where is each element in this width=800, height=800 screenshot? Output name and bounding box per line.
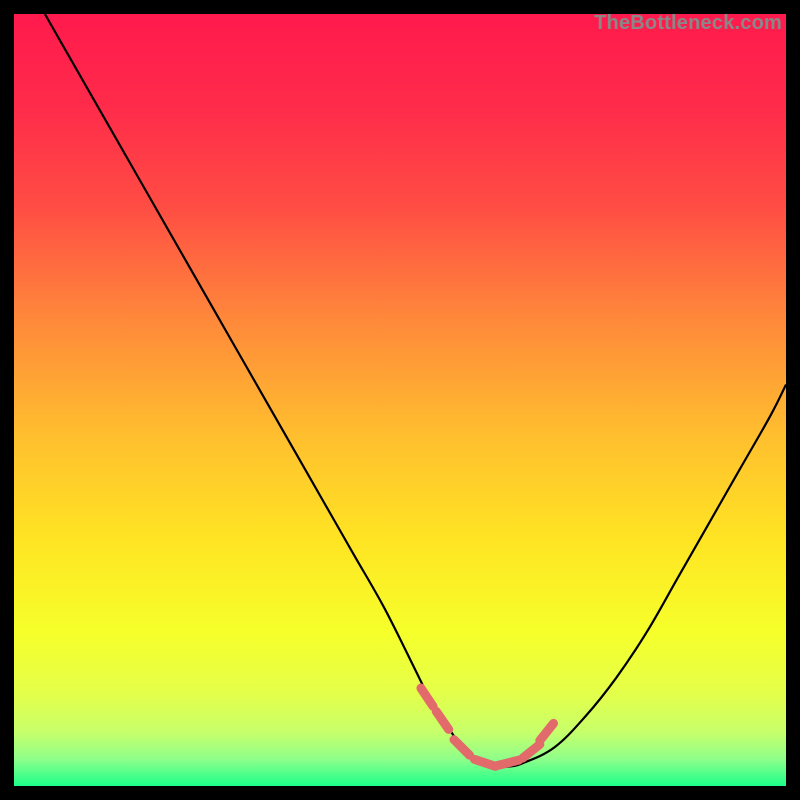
sweet-spot-marker <box>497 760 518 765</box>
gradient-background <box>14 14 786 786</box>
chart-frame: TheBottleneck.com <box>14 14 786 786</box>
bottleneck-chart <box>14 14 786 786</box>
watermark-text: TheBottleneck.com <box>594 12 782 35</box>
